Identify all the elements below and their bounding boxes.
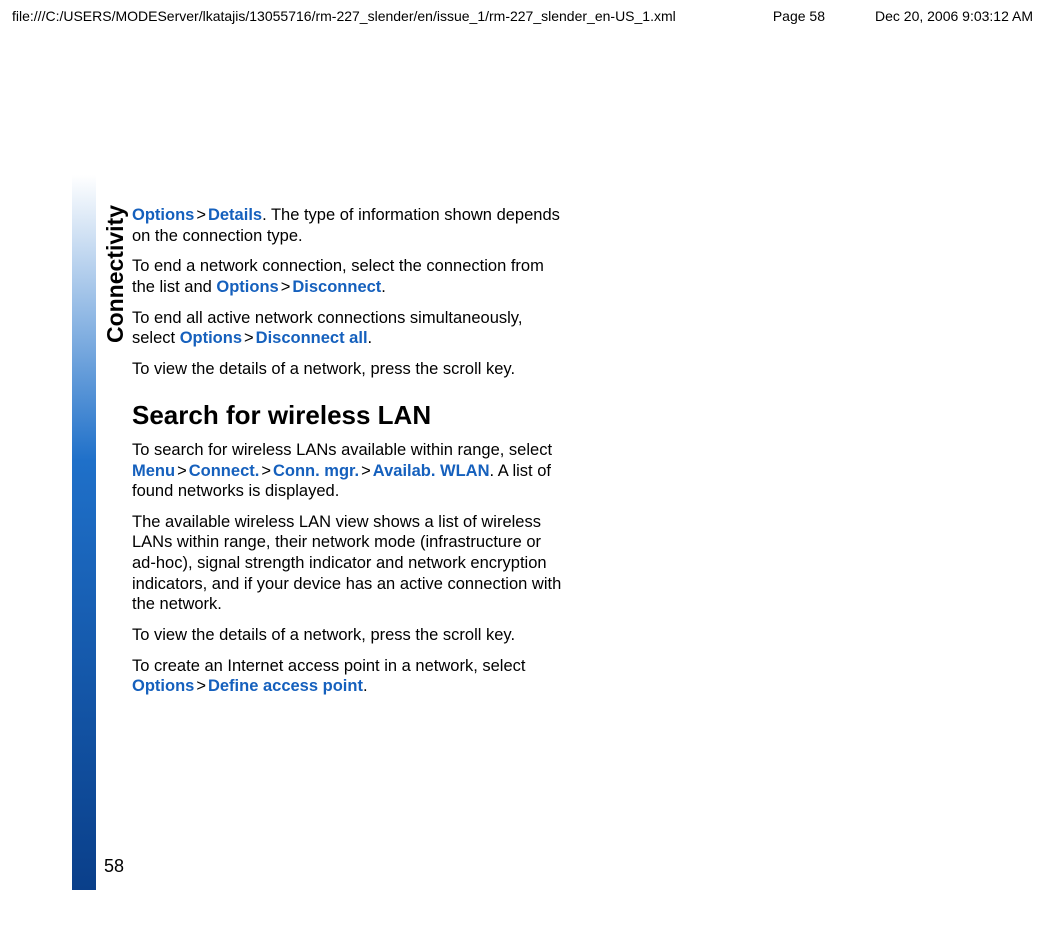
paragraph-text: .	[368, 329, 373, 347]
paragraph-text: .	[363, 677, 368, 695]
breadcrumb-separator: >	[259, 462, 273, 480]
menu-disconnect: Disconnect	[292, 278, 381, 296]
breadcrumb-separator: >	[175, 462, 189, 480]
page-body: Connectivity Options>Details. The type o…	[72, 175, 972, 895]
sidebar-gradient-strip	[72, 175, 96, 890]
header-page-label: Page 58	[743, 8, 855, 24]
breadcrumb-separator: >	[194, 677, 208, 695]
breadcrumb-separator: >	[242, 329, 256, 347]
paragraph-view-details: To view the details of a network, press …	[132, 359, 562, 380]
menu-menu: Menu	[132, 462, 175, 480]
breadcrumb-separator: >	[279, 278, 293, 296]
paragraph-wlan-description: The available wireless LAN view shows a …	[132, 512, 562, 615]
menu-options: Options	[132, 206, 194, 224]
header-timestamp: Dec 20, 2006 9:03:12 AM	[855, 8, 1033, 24]
paragraph-view-details-2: To view the details of a network, press …	[132, 625, 562, 646]
paragraph-text: To create an Internet access point in a …	[132, 657, 525, 675]
paragraph-disconnect: To end a network connection, select the …	[132, 256, 562, 297]
paragraph-text: To search for wireless LANs available wi…	[132, 441, 552, 459]
menu-disconnect-all: Disconnect all	[256, 329, 368, 347]
menu-connect: Connect.	[189, 462, 260, 480]
paragraph-define-access-point: To create an Internet access point in a …	[132, 656, 562, 697]
breadcrumb-separator: >	[359, 462, 373, 480]
menu-options: Options	[216, 278, 278, 296]
menu-availab-wlan: Availab. WLAN	[373, 462, 490, 480]
paragraph-disconnect-all: To end all active network connections si…	[132, 308, 562, 349]
menu-details: Details	[208, 206, 262, 224]
main-content: Options>Details. The type of information…	[132, 205, 562, 707]
page-number: 58	[104, 856, 124, 877]
section-vertical-label: Connectivity	[102, 205, 129, 343]
breadcrumb-separator: >	[194, 206, 208, 224]
paragraph-text: .	[381, 278, 386, 296]
menu-options: Options	[132, 677, 194, 695]
menu-conn-mgr: Conn. mgr.	[273, 462, 359, 480]
paragraph-details: Options>Details. The type of information…	[132, 205, 562, 246]
document-header: file:///C:/USERS/MODEServer/lkatajis/130…	[0, 0, 1045, 32]
header-filepath: file:///C:/USERS/MODEServer/lkatajis/130…	[12, 8, 743, 24]
menu-define-access-point: Define access point	[208, 677, 363, 695]
section-heading-search-wlan: Search for wireless LAN	[132, 399, 562, 432]
menu-options: Options	[180, 329, 242, 347]
paragraph-search-wlan: To search for wireless LANs available wi…	[132, 440, 562, 502]
